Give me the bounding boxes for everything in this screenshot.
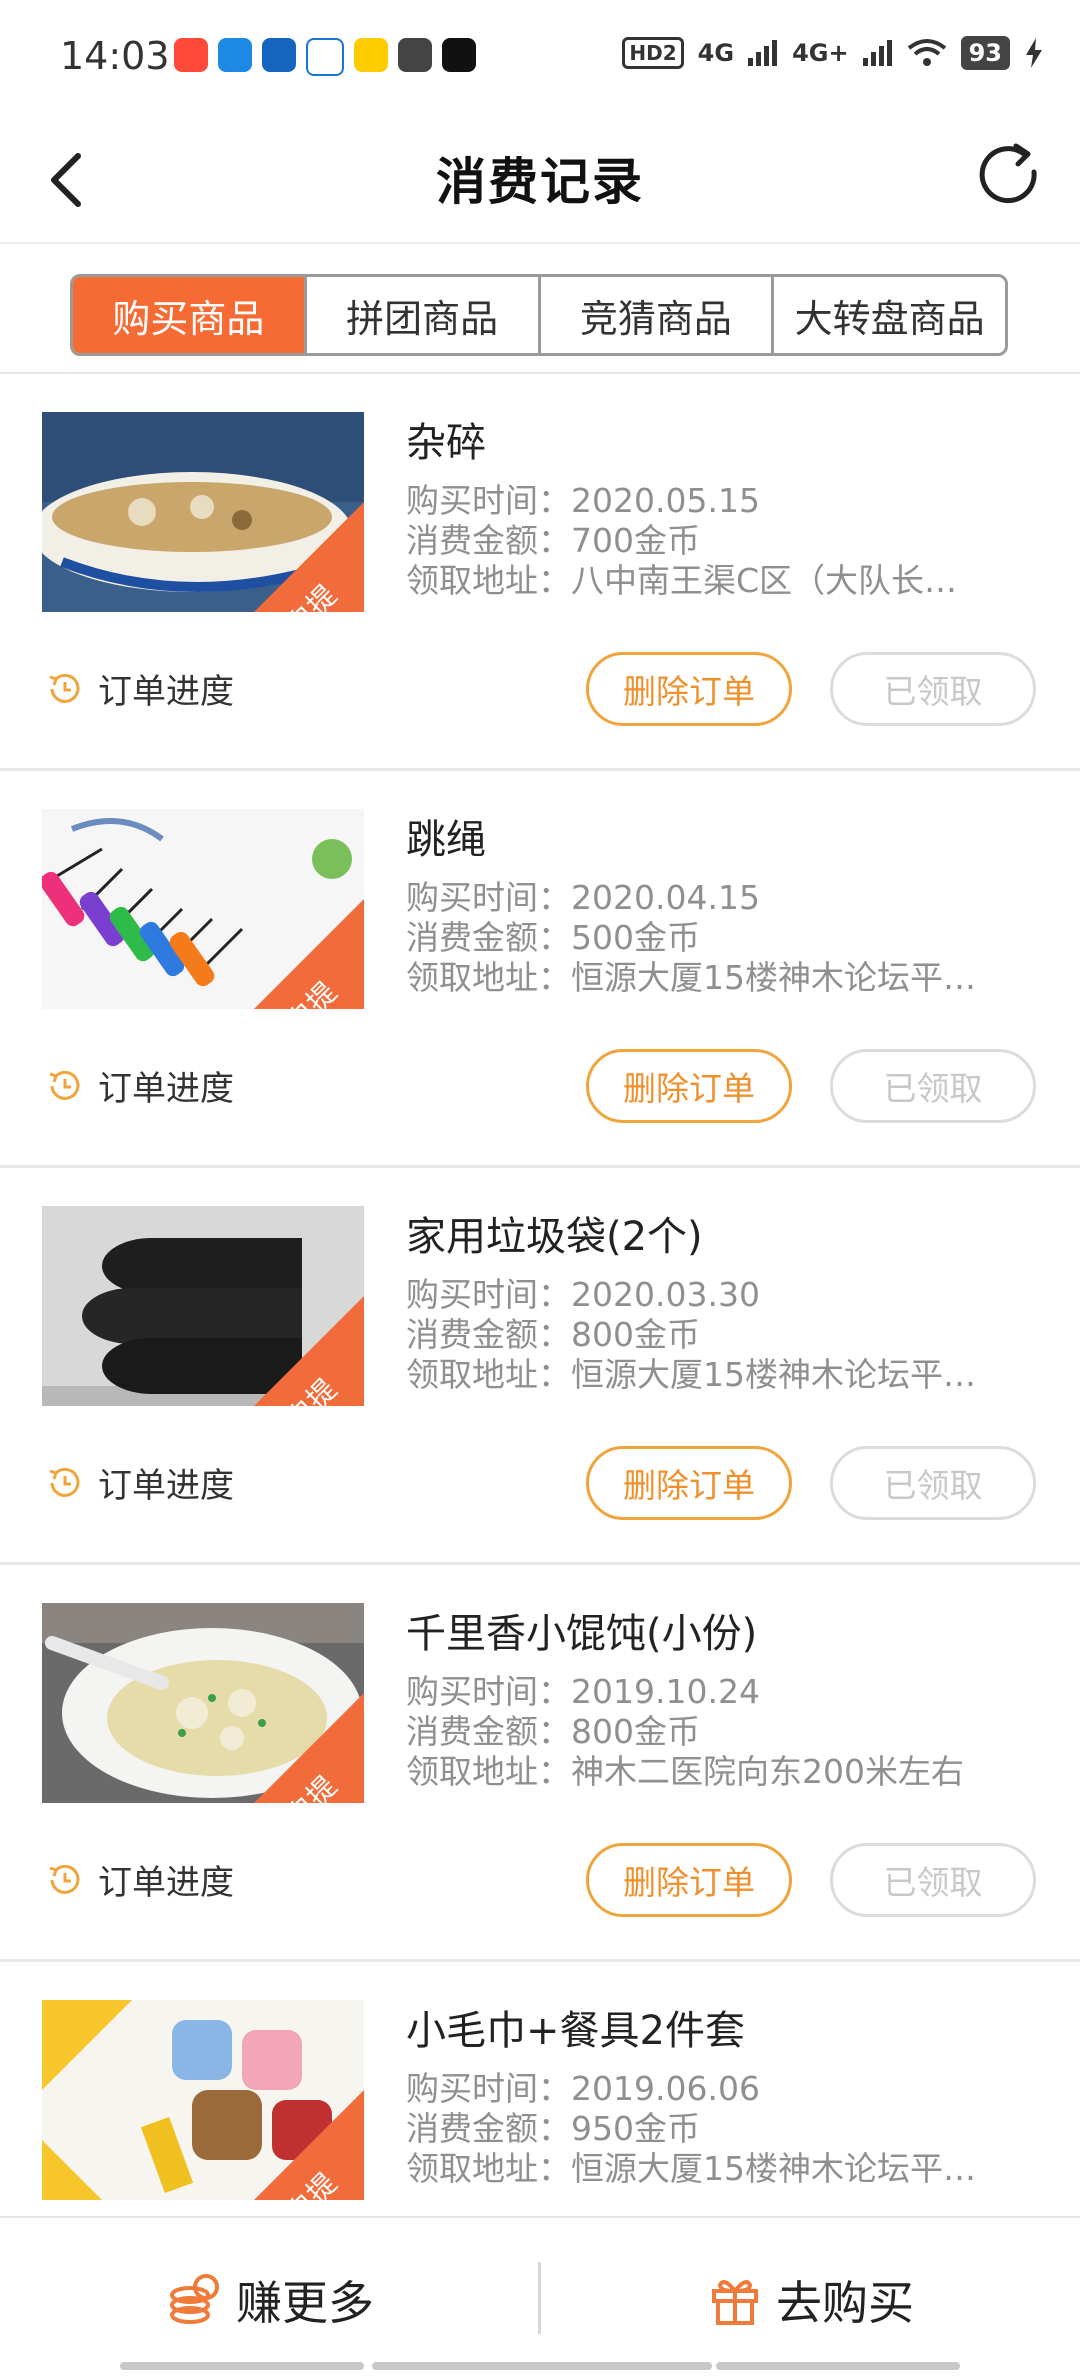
app-notification-icon bbox=[306, 38, 344, 76]
battery-level: 93 bbox=[960, 36, 1010, 70]
pickup-address: 领取地址：恒源大厦15楼神木论坛平… bbox=[406, 1355, 976, 1394]
history-clock-icon bbox=[49, 1864, 80, 1894]
history-clock-icon bbox=[49, 1070, 80, 1100]
app-notification-icon bbox=[354, 38, 388, 72]
app-notification-icon bbox=[262, 38, 296, 72]
refresh-icon bbox=[979, 143, 1037, 204]
earn-more-label: 赚更多 bbox=[236, 2276, 374, 2330]
tab-wheel[interactable]: 大转盘商品 bbox=[771, 277, 1005, 353]
tab-group-buy[interactable]: 拼团商品 bbox=[303, 277, 538, 353]
nav-gesture-bar bbox=[372, 2362, 712, 2370]
tab-guess[interactable]: 竞猜商品 bbox=[537, 277, 772, 353]
notification-icons bbox=[174, 38, 476, 76]
refresh-button[interactable] bbox=[970, 136, 1050, 216]
tab-purchase[interactable]: 购买商品 bbox=[73, 277, 304, 353]
order-progress-link[interactable]: 订单进度 bbox=[44, 1855, 234, 1904]
go-buy-label: 去购买 bbox=[776, 2276, 914, 2330]
nav-gesture-bar bbox=[716, 2362, 960, 2370]
product-name: 家用垃圾袋(2个) bbox=[406, 1214, 703, 1260]
product-image[interactable]: 自提 bbox=[42, 1603, 364, 1803]
charging-icon bbox=[1026, 38, 1042, 68]
product-image[interactable]: 自提 bbox=[42, 412, 364, 612]
pickup-address: 领取地址：恒源大厦15楼神木论坛平… bbox=[406, 958, 976, 997]
bottom-bar: 赚更多 去购买 bbox=[0, 2216, 1080, 2378]
order-list: 自提 杂碎 购买时间：2020.05.15 消费金额：700金币 领取地址：八中… bbox=[0, 374, 1080, 2359]
coins-icon bbox=[170, 2274, 219, 2324]
product-image[interactable]: 自提 bbox=[42, 809, 364, 1009]
page-title: 消费记录 bbox=[436, 153, 644, 211]
delete-order-button[interactable]: 删除订单 bbox=[586, 652, 792, 726]
wifi-icon bbox=[907, 39, 946, 66]
status-time: 14:03 bbox=[60, 34, 170, 78]
order-item: 自提 千里香小馄饨(小份) 购买时间：2019.10.24 消费金额：800金币… bbox=[0, 1565, 1080, 1962]
pickup-address: 领取地址：神木二医院向东200米左右 bbox=[406, 1752, 964, 1791]
product-name: 千里香小馄饨(小份) bbox=[406, 1611, 758, 1657]
signal-4g-plus: 4G+ bbox=[792, 39, 849, 67]
order-item: 自提 家用垃圾袋(2个) 购买时间：2020.03.30 消费金额：800金币 … bbox=[0, 1168, 1080, 1565]
earn-more-button[interactable]: 赚更多 bbox=[168, 2264, 374, 2336]
order-item: 自提 跳绳 购买时间：2020.04.15 消费金额：500金币 领取地址：恒源… bbox=[0, 771, 1080, 1168]
product-image[interactable]: 自提 bbox=[42, 2000, 364, 2200]
go-buy-button[interactable]: 去购买 bbox=[708, 2264, 914, 2336]
hd-indicator: HD2 bbox=[622, 37, 684, 69]
delete-order-button[interactable]: 删除订单 bbox=[586, 1049, 792, 1123]
signal-bars-icon bbox=[748, 40, 778, 66]
order-progress-label: 订单进度 bbox=[98, 672, 234, 712]
status-bar: 14:03 HD2 4G 4G+ 93 bbox=[0, 0, 1080, 120]
pickup-address: 领取地址：恒源大厦15楼神木论坛平… bbox=[406, 2149, 976, 2188]
order-item: 自提 杂碎 购买时间：2020.05.15 消费金额：700金币 领取地址：八中… bbox=[0, 374, 1080, 771]
delete-order-button[interactable]: 删除订单 bbox=[586, 1843, 792, 1917]
gift-icon bbox=[712, 2280, 758, 2325]
order-progress-link[interactable]: 订单进度 bbox=[44, 664, 234, 713]
order-progress-link[interactable]: 订单进度 bbox=[44, 1458, 234, 1507]
signal-4g: 4G bbox=[697, 39, 735, 67]
received-button[interactable]: 已领取 bbox=[830, 1446, 1036, 1520]
app-notification-icon bbox=[218, 38, 252, 72]
divider bbox=[538, 2262, 541, 2334]
delete-order-button[interactable]: 删除订单 bbox=[586, 1446, 792, 1520]
product-name: 跳绳 bbox=[406, 817, 486, 863]
app-notification-icon bbox=[174, 38, 208, 72]
order-progress-label: 订单进度 bbox=[98, 1863, 234, 1903]
received-button[interactable]: 已领取 bbox=[830, 652, 1036, 726]
product-name: 小毛巾+餐具2件套 bbox=[406, 2008, 745, 2054]
pickup-address: 领取地址：八中南王渠C区（大队长… bbox=[406, 561, 958, 600]
app-notification-icon bbox=[442, 38, 476, 72]
order-progress-label: 订单进度 bbox=[98, 1069, 234, 1109]
order-progress-label: 订单进度 bbox=[98, 1466, 234, 1506]
category-tabs: 购买商品 拼团商品 竞猜商品 大转盘商品 bbox=[70, 274, 1008, 356]
received-button[interactable]: 已领取 bbox=[830, 1049, 1036, 1123]
history-clock-icon bbox=[49, 673, 80, 703]
received-button[interactable]: 已领取 bbox=[830, 1843, 1036, 1917]
product-name: 杂碎 bbox=[406, 420, 486, 466]
history-clock-icon bbox=[49, 1467, 80, 1497]
wechat-icon bbox=[398, 38, 432, 72]
header: 消费记录 bbox=[0, 120, 1080, 244]
signal-bars-icon bbox=[862, 40, 892, 66]
product-image[interactable]: 自提 bbox=[42, 1206, 364, 1406]
order-progress-link[interactable]: 订单进度 bbox=[44, 1061, 234, 1110]
nav-gesture-bar bbox=[120, 2362, 364, 2370]
